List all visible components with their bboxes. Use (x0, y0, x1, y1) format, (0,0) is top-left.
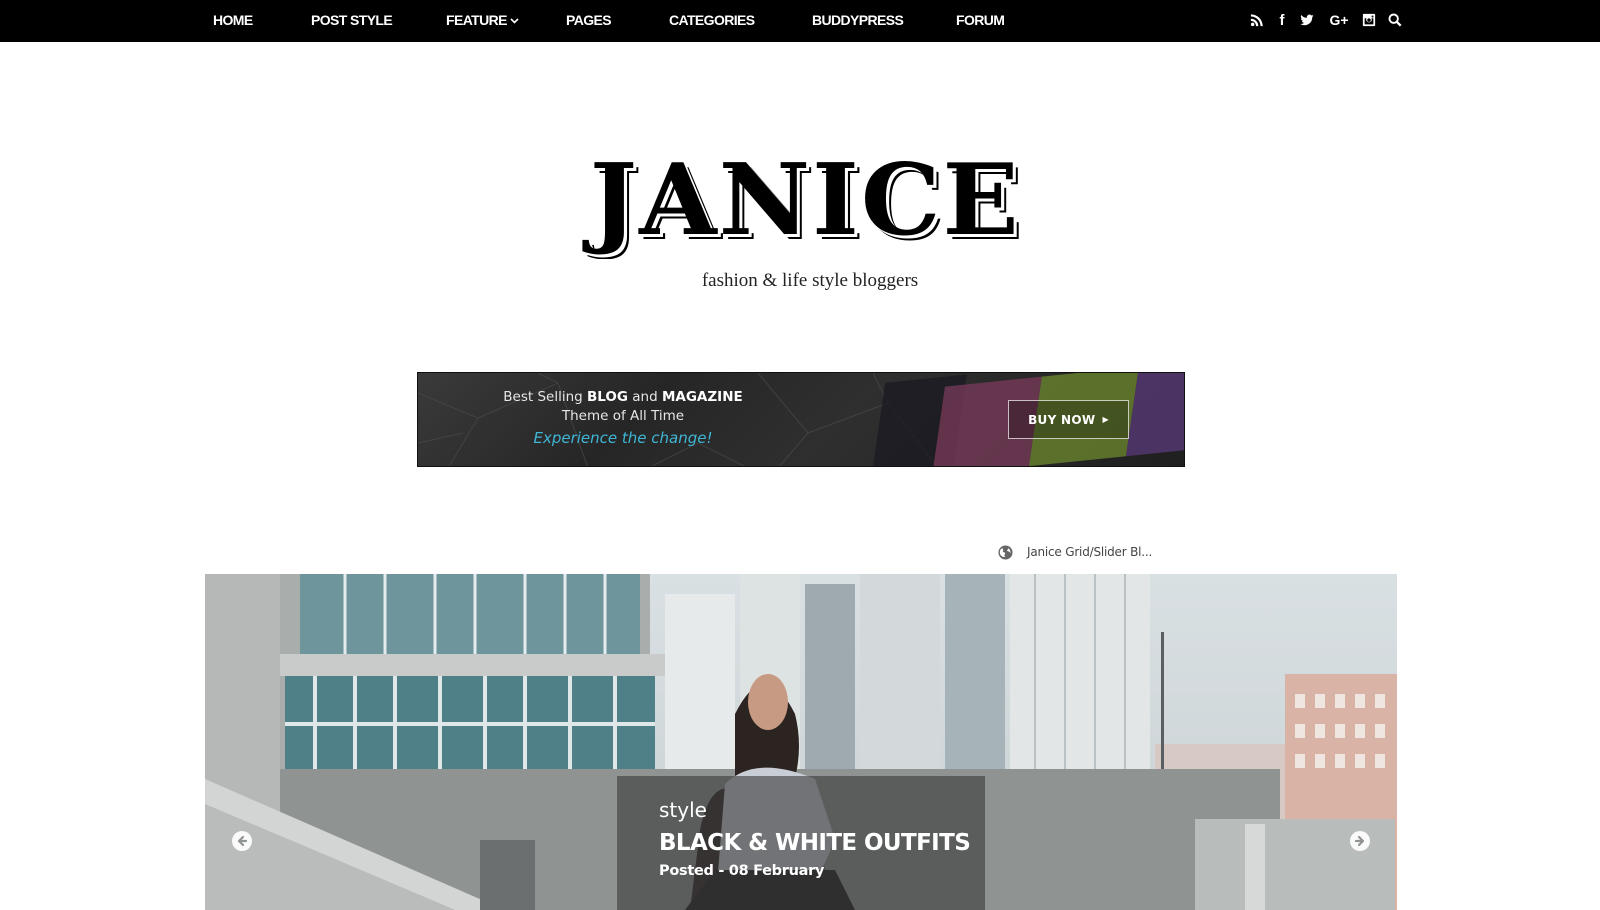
slide-category[interactable]: style (659, 798, 985, 822)
slider-source-label[interactable]: Janice Grid/Slider Bl... (998, 544, 1152, 560)
top-nav: HOME POST STYLE FEATURE PAGES CATEGORIES… (0, 0, 1600, 42)
nav-item-buddypress[interactable]: BUDDYPRESS (812, 0, 904, 42)
buy-now-label: BUY NOW (1028, 412, 1096, 427)
google-plus-icon[interactable]: G+ (1327, 11, 1351, 29)
logo-text: JANICE (589, 143, 1021, 258)
nav-item-feature[interactable]: FEATURE (446, 0, 519, 42)
site-tagline: fashion & life style bloggers (701, 270, 919, 291)
chevron-down-icon (510, 2, 519, 42)
featured-slider[interactable]: style BLACK & WHITE OUTFITS Posted - 08 … (205, 574, 1397, 910)
nav-item-forum[interactable]: FORUM (956, 0, 1005, 42)
slide-title[interactable]: BLACK & WHITE OUTFITS (659, 826, 985, 860)
slider-source-text: Janice Grid/Slider Bl... (1027, 545, 1153, 559)
slide-date: Posted - 08 February (659, 863, 825, 879)
facebook-icon[interactable]: f (1273, 11, 1291, 29)
site-logo[interactable]: JANICE (555, 146, 1055, 256)
nav-item-pages[interactable]: PAGES (566, 0, 612, 42)
instagram-icon[interactable] (1360, 11, 1378, 29)
slide-caption: style BLACK & WHITE OUTFITS Posted - 08 … (617, 776, 985, 910)
search-icon[interactable] (1386, 11, 1404, 29)
nav-item-feature-label: FEATURE (446, 12, 507, 28)
twitter-icon[interactable] (1298, 11, 1316, 29)
nav-item-home[interactable]: HOME (213, 0, 253, 42)
banner-headline: Best Selling BLOG and MAGAZINE (503, 389, 743, 405)
arrow-right-circle-icon[interactable] (1350, 831, 1370, 851)
rss-icon[interactable] (1248, 11, 1266, 29)
arrow-left-circle-icon[interactable] (232, 831, 252, 851)
promo-banner[interactable]: Best Selling BLOG and MAGAZINE Theme of … (417, 372, 1185, 467)
banner-subline: Theme of All Time (561, 408, 685, 424)
caret-right-icon: ▶ (1102, 415, 1109, 424)
nav-item-post-style[interactable]: POST STYLE (311, 0, 393, 42)
buy-now-button[interactable]: BUY NOW ▶ (1008, 400, 1129, 439)
globe-icon (998, 544, 1013, 560)
nav-item-categories[interactable]: CATEGORIES (669, 0, 755, 42)
banner-slogan: Experience the change! (533, 429, 713, 447)
